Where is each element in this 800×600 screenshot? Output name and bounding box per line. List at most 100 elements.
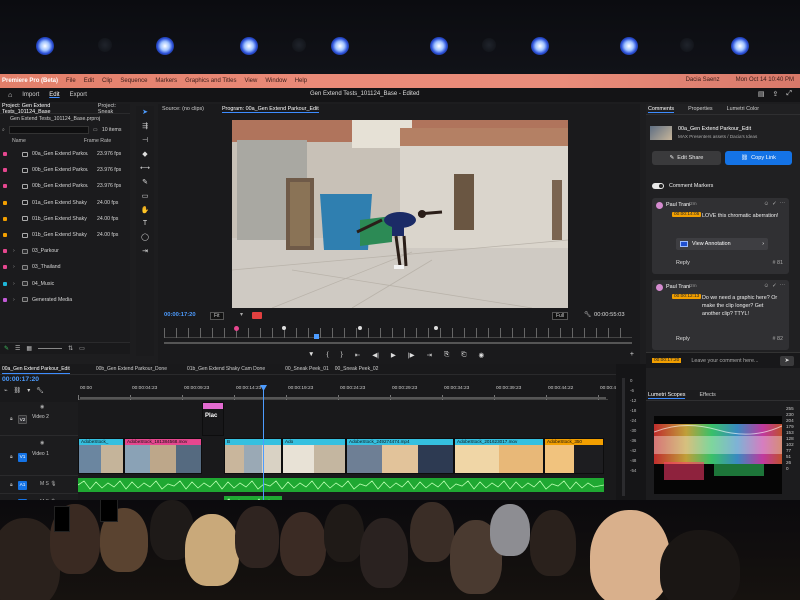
project-bin-item[interactable]: › 03_Parkour [0, 243, 130, 259]
comment-timecode[interactable]: 00:00:14:05 [672, 212, 702, 217]
disclosure-arrow-icon[interactable]: › [13, 248, 19, 254]
sequence-tab[interactable]: 00_Sneak Peek_01 [285, 366, 329, 374]
compose-timecode[interactable]: 00:00:17:20 [652, 358, 682, 363]
program-timecode[interactable]: 00:00:17:20 [164, 312, 196, 318]
go-to-out-icon[interactable]: ⇥ [427, 351, 432, 359]
reply-link[interactable]: Reply [676, 336, 690, 342]
tab-effects[interactable]: Effects [699, 392, 715, 398]
menu-sequence[interactable]: Sequence [120, 78, 147, 84]
video-clip[interactable]: AdobeStock_181384568.mov [124, 438, 202, 474]
sequence-tab[interactable]: 01b_Gen Extend Shaky Cam Done [187, 366, 265, 374]
tab-source[interactable]: Source: (no clips) [162, 106, 204, 113]
selection-tool-icon[interactable]: ➤ [142, 108, 148, 116]
emoji-icon[interactable]: ☺ [764, 201, 770, 207]
tab-import[interactable]: Import [22, 92, 39, 98]
play-icon[interactable]: ▶ [391, 351, 396, 359]
label-color-swatch[interactable] [3, 249, 7, 254]
resolve-icon[interactable]: ✓ [772, 283, 777, 289]
label-color-swatch[interactable] [3, 216, 7, 221]
timeline-timecode[interactable]: 00:00:17:20 [2, 376, 39, 383]
generated-placeholder-clip[interactable]: Plac [202, 402, 224, 436]
audio-clip-a1[interactable] [78, 478, 604, 492]
type-tool-icon[interactable]: T [143, 220, 147, 227]
track-select-icon[interactable]: ⇶ [142, 122, 148, 130]
label-color-swatch[interactable] [3, 152, 7, 157]
zoom-level-dropdown[interactable]: Fit [210, 312, 224, 320]
tab-export[interactable]: Export [70, 92, 87, 98]
rectangle-tool-icon[interactable]: ▭ [142, 192, 149, 200]
ellipse-tool-icon[interactable]: ◯ [141, 233, 149, 241]
go-to-in-icon[interactable]: ⇤ [355, 351, 360, 359]
add-marker-icon[interactable]: ▾ [27, 387, 30, 394]
edit-share-button[interactable]: ✎ Edit Share [652, 151, 721, 165]
label-color-swatch[interactable] [3, 297, 7, 302]
label-color-swatch[interactable] [3, 200, 7, 205]
menu-window[interactable]: Window [265, 78, 286, 84]
overwrite-icon[interactable]: ⎗ [461, 351, 466, 359]
project-sequence-item[interactable]: 00b_Gen Extend Parkour 23.976 fps [0, 178, 130, 194]
monitor-zoom-bar[interactable] [164, 342, 632, 344]
settings-chip-icon[interactable] [252, 312, 262, 319]
ripple-edit-icon[interactable]: ⊣ [142, 136, 148, 144]
tab-project[interactable]: Project: Gen Extend Tests_101124_Base [2, 103, 92, 115]
menu-help[interactable]: Help [295, 78, 307, 84]
comment-input[interactable]: Leave your comment here... [691, 358, 758, 364]
more-icon[interactable]: ⋯ [780, 201, 785, 207]
tab-program[interactable]: Program: 00a_Gen Extend Parkour_Edit [221, 106, 319, 113]
timeline-settings-icon[interactable]: 🔧︎ [36, 387, 44, 394]
project-bin-item[interactable]: › Generated Media [0, 292, 130, 308]
track-target-a1[interactable]: A1 [18, 481, 27, 490]
add-button-icon[interactable]: + [630, 351, 634, 358]
menu-clip[interactable]: Clip [102, 78, 112, 84]
tab-lumetri-scopes[interactable]: Lumetri Scopes [648, 392, 686, 399]
insert-icon[interactable]: ⎘ [444, 351, 449, 359]
marker[interactable] [358, 326, 362, 330]
comment-timecode[interactable]: 00:00:12:13 [672, 294, 702, 299]
work-area-bar[interactable] [80, 397, 606, 399]
more-icon[interactable]: ⋯ [780, 283, 785, 289]
menu-edit[interactable]: Edit [84, 78, 94, 84]
project-bin-item[interactable]: › 04_Music [0, 276, 130, 292]
marker[interactable] [434, 326, 438, 330]
lock-icon[interactable]: 🔒︎ [10, 482, 13, 488]
tab-edit[interactable]: Edit [49, 92, 59, 98]
marker[interactable] [282, 326, 286, 330]
comment-marker[interactable] [234, 326, 239, 331]
eye-icon[interactable]: ◉ [40, 404, 44, 410]
monitor-playhead[interactable] [314, 334, 319, 339]
reply-link[interactable]: Reply [676, 260, 690, 266]
column-frame-rate[interactable]: Frame Rate [84, 138, 111, 144]
mark-in-icon[interactable]: ▼ [308, 351, 314, 359]
gen-extend-icon[interactable]: ⇥ [142, 247, 148, 255]
project-bin-item[interactable]: › 03_Thailand [0, 259, 130, 275]
project-sequence-item[interactable]: 01b_Gen Extend Shaky 24.00 fps [0, 211, 130, 227]
send-icon[interactable]: ➤ [780, 356, 794, 366]
mark-in-bracket-icon[interactable]: { [326, 351, 328, 359]
sequence-tab[interactable]: 00a_Gen Extend Parkour_Edit [2, 366, 70, 374]
wrench-icon[interactable]: 🔧︎ [584, 312, 591, 318]
video-clip[interactable]: B [224, 438, 282, 474]
icon-view-icon[interactable]: ▦ [26, 345, 32, 352]
snap-icon[interactable]: ⌁ [4, 387, 8, 394]
project-search-input[interactable] [8, 126, 89, 134]
quick-export-icon[interactable]: ⇪ [773, 90, 779, 98]
column-name[interactable]: Name [12, 138, 26, 144]
tab-comments[interactable]: Comments [648, 106, 675, 113]
eye-icon[interactable]: ◉ [40, 440, 44, 446]
monitor-scrub-bar[interactable] [164, 326, 632, 339]
mute-solo-controls[interactable]: M S 🎙︎ [40, 481, 57, 487]
razor-tool-icon[interactable]: ◆ [142, 150, 147, 158]
zoom-slider[interactable] [38, 348, 63, 349]
project-sequence-item[interactable]: 00a_Gen Extend Parkour 23.976 fps [0, 146, 130, 162]
disclosure-arrow-icon[interactable]: › [13, 297, 19, 303]
menu-markers[interactable]: Markers [155, 78, 177, 84]
hand-tool-icon[interactable]: ✋ [141, 206, 150, 214]
track-target-v2[interactable]: V2 [18, 415, 27, 424]
timeline-playhead[interactable] [263, 386, 264, 514]
video-clip[interactable]: AdobeStock_ [78, 438, 124, 474]
track-target-v1[interactable]: V1 [18, 453, 27, 462]
list-view-icon[interactable]: ☰ [15, 345, 20, 352]
playback-resolution-dropdown[interactable]: Full [552, 312, 569, 320]
fullscreen-icon[interactable]: ⤢ [786, 90, 792, 98]
project-sequence-item[interactable]: 01b_Gen Extend Shaky 24.00 fps [0, 227, 130, 243]
